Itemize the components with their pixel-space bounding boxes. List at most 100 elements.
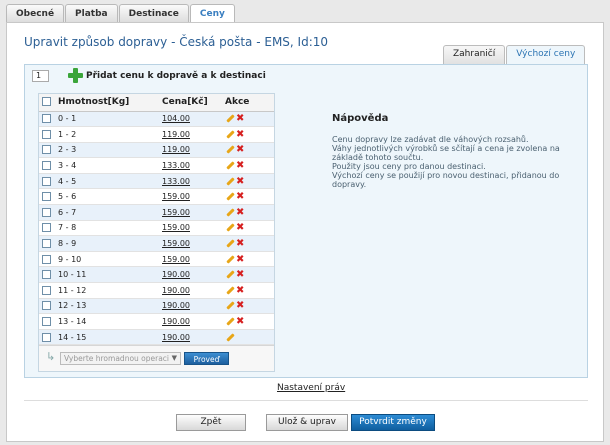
- delete-icon[interactable]: ✖: [236, 207, 245, 217]
- add-price-button[interactable]: Přidat cenu k dopravě a k destinaci: [68, 68, 266, 83]
- weight-cell: 8 - 9: [55, 235, 157, 252]
- table-body: 0 - 1 104.00 ✖ 1 - 2 119.00 ✖ 2 - 3 119.00 ✖ 3 - …: [39, 111, 274, 346]
- row-checkbox[interactable]: [42, 270, 51, 280]
- quantity-input[interactable]: 1: [32, 70, 49, 82]
- table-row: 9 - 10 159.00 ✖: [39, 251, 274, 268]
- pencil-icon[interactable]: [225, 270, 234, 279]
- tab-platba[interactable]: Platba: [65, 4, 118, 23]
- select-all-checkbox[interactable]: [42, 97, 51, 107]
- pencil-icon[interactable]: [225, 161, 234, 170]
- row-checkbox[interactable]: [42, 223, 51, 233]
- delete-icon[interactable]: ✖: [236, 223, 245, 233]
- price-link[interactable]: 190.00: [162, 286, 190, 295]
- bulk-select-placeholder: Vyberte hromadnou operaci: [64, 354, 170, 363]
- pencil-icon[interactable]: [225, 301, 234, 310]
- pencil-icon[interactable]: [225, 286, 234, 295]
- weight-cell: 11 - 12: [55, 282, 157, 299]
- delete-icon[interactable]: ✖: [236, 192, 245, 202]
- pencil-icon[interactable]: [225, 130, 234, 139]
- price-link[interactable]: 190.00: [162, 317, 190, 326]
- arrow-return-icon: ↳: [46, 350, 56, 363]
- row-checkbox[interactable]: [42, 285, 51, 295]
- table-row: 6 - 7 159.00 ✖: [39, 204, 274, 221]
- row-checkbox[interactable]: [42, 176, 51, 186]
- tab-vychozi-ceny[interactable]: Výchozí ceny: [506, 45, 586, 64]
- tab-destinace[interactable]: Destinace: [118, 4, 189, 23]
- confirm-button[interactable]: Potvrdit změny: [351, 414, 435, 431]
- row-checkbox[interactable]: [42, 254, 51, 264]
- price-link[interactable]: 119.00: [162, 145, 190, 154]
- help-line: Cenu dopravy lze zadávat dle váhových ro…: [332, 135, 529, 144]
- price-link[interactable]: 159.00: [162, 208, 190, 217]
- tab-zahranici[interactable]: Zahraničí: [443, 45, 506, 64]
- price-link[interactable]: 190.00: [162, 301, 190, 310]
- tab-ceny[interactable]: Ceny: [189, 4, 235, 24]
- row-checkbox[interactable]: [42, 239, 51, 249]
- price-link[interactable]: 104.00: [162, 114, 190, 123]
- delete-icon[interactable]: ✖: [236, 301, 245, 311]
- price-link[interactable]: 159.00: [162, 255, 190, 264]
- pencil-icon[interactable]: [225, 255, 234, 264]
- row-checkbox[interactable]: [42, 114, 51, 124]
- help-line: Výchozí ceny se použijí pro novou destin…: [332, 171, 560, 180]
- delete-icon[interactable]: ✖: [236, 285, 245, 295]
- price-link[interactable]: 133.00: [162, 177, 190, 186]
- weight-cell: 9 - 10: [55, 251, 157, 268]
- delete-icon[interactable]: ✖: [236, 317, 245, 327]
- price-link[interactable]: 119.00: [162, 130, 190, 139]
- row-checkbox[interactable]: [42, 145, 51, 155]
- header-action: Akce: [223, 94, 274, 112]
- weight-cell: 2 - 3: [55, 142, 157, 159]
- pencil-icon[interactable]: [225, 145, 234, 154]
- table-row: 12 - 13 190.00 ✖: [39, 298, 274, 315]
- table-row: 13 - 14 190.00 ✖: [39, 313, 274, 330]
- delete-icon[interactable]: ✖: [236, 176, 245, 186]
- price-table: Hmotnost[Kg] Cena[Kč] Akce 0 - 1 104.00 ✖ 1…: [38, 93, 275, 372]
- help-line: Použity jsou ceny pro danou destinaci.: [332, 162, 486, 171]
- bulk-actions: ↳ Vyberte hromadnou operaci ▼ Proveď: [39, 345, 274, 371]
- delete-icon[interactable]: ✖: [236, 114, 245, 124]
- row-checkbox[interactable]: [42, 207, 51, 217]
- pencil-icon[interactable]: [225, 192, 234, 201]
- weight-cell: 3 - 4: [55, 157, 157, 174]
- table-row: 5 - 6 159.00 ✖: [39, 188, 274, 206]
- delete-icon[interactable]: ✖: [236, 145, 245, 155]
- weight-cell: 12 - 13: [55, 298, 157, 315]
- row-checkbox[interactable]: [42, 129, 51, 139]
- tab-obecne[interactable]: Obecné: [6, 4, 65, 23]
- save-edit-button[interactable]: Ulož & uprav: [266, 414, 348, 431]
- weight-cell: 10 - 11: [55, 266, 157, 284]
- price-link[interactable]: 159.00: [162, 223, 190, 232]
- delete-icon[interactable]: ✖: [236, 270, 245, 280]
- row-checkbox[interactable]: [42, 161, 51, 171]
- pencil-icon[interactable]: [225, 223, 234, 232]
- settings-link[interactable]: Nastavení práv: [277, 383, 345, 393]
- pencil-icon[interactable]: [225, 114, 234, 123]
- help-line: základě tohoto součtu.: [332, 153, 424, 162]
- price-link[interactable]: 159.00: [162, 239, 190, 248]
- main-panel: Upravit způsob dopravy - Česká pošta - E…: [6, 22, 604, 442]
- chevron-down-icon: ▼: [171, 354, 177, 362]
- row-checkbox[interactable]: [42, 332, 51, 342]
- row-checkbox[interactable]: [42, 317, 51, 327]
- pencil-icon[interactable]: [225, 177, 234, 186]
- back-button[interactable]: Zpět: [176, 414, 246, 431]
- pencil-icon[interactable]: [225, 239, 234, 248]
- weight-cell: 14 - 15: [55, 329, 157, 346]
- help-line: Váhy jednotlivých výrobků se sčítají a c…: [332, 144, 560, 153]
- row-checkbox[interactable]: [42, 301, 51, 311]
- pencil-icon[interactable]: [225, 208, 234, 217]
- price-link[interactable]: 190.00: [162, 270, 190, 279]
- pencil-icon[interactable]: [225, 333, 234, 342]
- price-link[interactable]: 190.00: [162, 333, 190, 342]
- delete-icon[interactable]: ✖: [236, 161, 245, 171]
- bulk-operation-select[interactable]: Vyberte hromadnou operaci ▼: [60, 352, 181, 365]
- price-link[interactable]: 133.00: [162, 161, 190, 170]
- delete-icon[interactable]: ✖: [236, 239, 245, 249]
- delete-icon[interactable]: ✖: [236, 129, 245, 139]
- pencil-icon[interactable]: [225, 317, 234, 326]
- delete-icon[interactable]: ✖: [236, 254, 245, 264]
- row-checkbox[interactable]: [42, 192, 51, 202]
- execute-button[interactable]: Proveď: [184, 352, 229, 365]
- price-link[interactable]: 159.00: [162, 192, 190, 201]
